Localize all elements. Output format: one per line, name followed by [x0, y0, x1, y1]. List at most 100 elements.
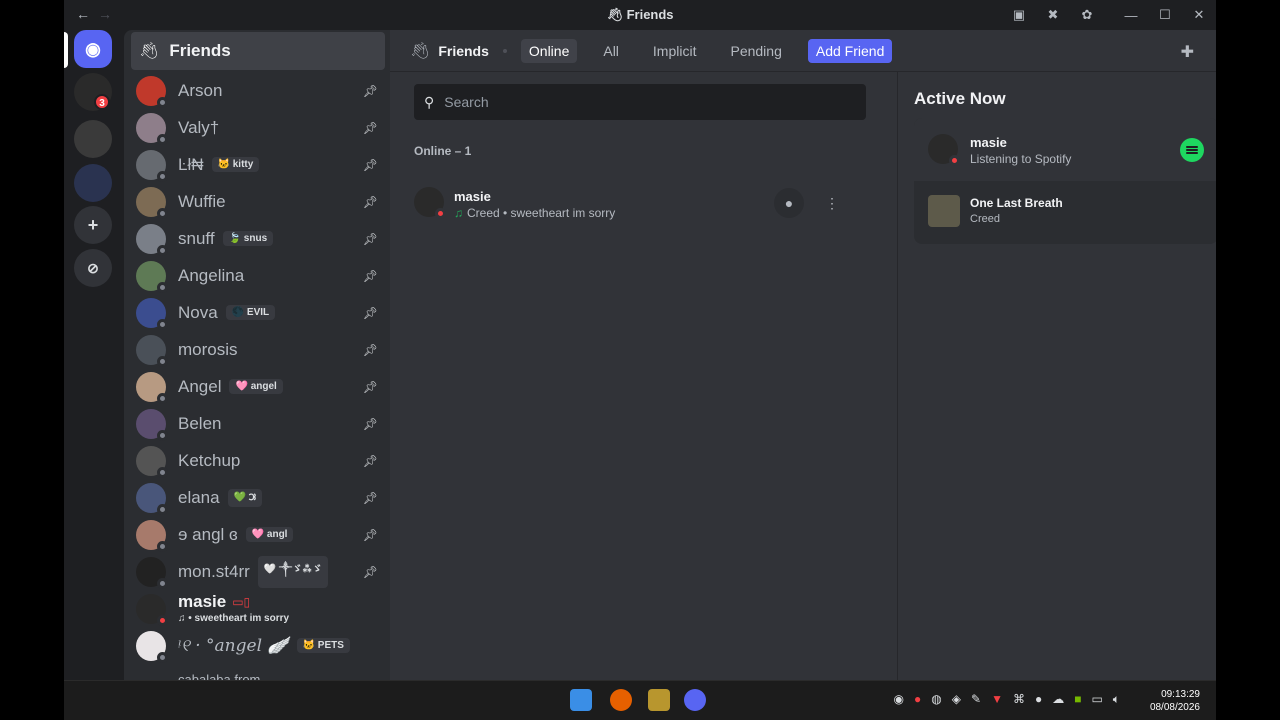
tab-pending[interactable]: Pending [722, 39, 789, 63]
pin-icon[interactable]: 📌︎ [363, 528, 378, 542]
status-dot [157, 614, 168, 626]
avatar [136, 334, 168, 367]
dm-row[interactable]: Nova 🌑 EVIL 📌︎ [124, 294, 390, 331]
dm-row[interactable]: mon.st4rr 🤍 ༒ゞ⁂ゞ 📌︎ [124, 553, 390, 590]
clock-date: 08/08/2026 [1149, 702, 1200, 713]
dm-name: elana [178, 487, 220, 507]
clan-tag: 🩷 angl [245, 527, 294, 542]
avatar [928, 134, 960, 166]
pin-icon[interactable]: 📌︎ [363, 380, 378, 394]
search-input[interactable]: ⚲ Search [414, 84, 866, 120]
toolbar-title: Friends [438, 42, 489, 59]
avatar [136, 297, 168, 330]
discord-window: ← → 👋︎ Friends ▣ ✖ ✿ — ☐ ✕ ◉ 3 + ⊘ 👋︎ Fr… [64, 0, 1216, 720]
volume-icon[interactable]: 🔈︎ [1113, 692, 1120, 707]
dm-name: Nova [178, 302, 218, 322]
dm-row[interactable]: snuff 🍃 snus 📌︎ [124, 220, 390, 257]
dm-row[interactable]: Ketchup 📌︎ [124, 442, 390, 479]
maximize-button[interactable]: ☐ [1148, 7, 1182, 23]
avatar [136, 260, 168, 293]
tab-online[interactable]: Online [520, 38, 578, 63]
pin-icon[interactable]: 📌︎ [363, 306, 378, 320]
controller-tray-icon[interactable]: ⌘ [1013, 692, 1025, 707]
pin-icon[interactable]: 📌︎ [363, 343, 378, 357]
pin-icon[interactable]: 📌︎ [363, 269, 378, 283]
tab-all[interactable]: All [595, 39, 627, 63]
riot-tray-icon[interactable]: ▼ [991, 692, 1003, 707]
dm-list: Arson 📌︎ Valy† 📌︎ Ŀł₦ 🐱 kitty 📌︎ Wuffie 📌︎ snuff 🍃… [124, 72, 390, 682]
record-tray-icon[interactable]: ● [914, 692, 921, 707]
close-button[interactable]: ✕ [1182, 7, 1216, 23]
vencord-icon[interactable]: ✿ [1070, 7, 1104, 23]
dm-name: masie [178, 591, 227, 611]
dm-row-active[interactable]: masie ▭▯ ♫ • sweetheart im sorry [124, 590, 390, 627]
activity-track[interactable]: One Last Breath Creed [914, 181, 1216, 244]
league-icon[interactable] [648, 689, 670, 711]
clock[interactable]: 09:13:29 08/08/2026 [1150, 688, 1200, 714]
nvidia-tray-icon[interactable]: ■ [1074, 692, 1081, 707]
new-group-dm-icon[interactable]: ✚ [1181, 42, 1194, 62]
avatar [136, 445, 168, 478]
pin-icon[interactable]: 📌︎ [363, 565, 378, 579]
dm-row[interactable]: Wuffie 📌︎ [124, 183, 390, 220]
song-title: One Last Breath [970, 196, 1063, 210]
status-dot [157, 651, 168, 663]
pin-icon[interactable]: 📌︎ [363, 454, 378, 468]
dm-name: Valy† [178, 117, 220, 137]
unread-badge: 3 [94, 94, 110, 110]
friends-nav-item[interactable]: 👋︎ Friends [131, 32, 385, 70]
activity-card[interactable]: masie Listening to Spotify One Last Brea… [914, 118, 1216, 244]
pin-icon[interactable]: 📌︎ [363, 195, 378, 209]
discord-taskbar-icon[interactable] [684, 689, 706, 711]
dm-row[interactable]: ᵎ୧ · °angel 🪽 🐱 PETS [124, 627, 390, 664]
server-icon-socialize[interactable] [74, 164, 112, 202]
more-options-button[interactable]: ⋮ [817, 188, 847, 218]
avatar [136, 593, 168, 626]
pin-icon[interactable]: 📌︎ [363, 121, 378, 135]
dm-row[interactable]: Valy† 📌︎ [124, 109, 390, 146]
add-server-button[interactable]: + [74, 206, 112, 244]
avatar [414, 187, 446, 219]
dm-row[interactable]: Belen 📌︎ [124, 405, 390, 442]
app-tray-icon[interactable]: ◈ [952, 692, 961, 707]
pin-icon[interactable]: 📌︎ [363, 84, 378, 98]
dm-name: Angel [178, 376, 222, 396]
dm-row[interactable]: Arson 📌︎ [124, 72, 390, 109]
dm-row[interactable]: Ŀł₦ 🐱 kitty 📌︎ [124, 146, 390, 183]
add-friend-button[interactable]: Add Friend [807, 38, 893, 63]
status-dot [157, 355, 168, 367]
server-icon-1[interactable] [74, 120, 112, 158]
chat-tray-icon[interactable]: ● [1035, 692, 1042, 707]
pin-icon[interactable]: 📌︎ [363, 158, 378, 172]
status-dot [157, 318, 168, 330]
tab-implicit[interactable]: Implicit [645, 39, 705, 63]
pin-icon[interactable]: 📌︎ [363, 491, 378, 505]
avatar [136, 482, 168, 515]
steam-tray-icon[interactable]: ◍ [931, 692, 941, 707]
dm-row[interactable]: morosis 📌︎ [124, 331, 390, 368]
plus-icon: + [87, 214, 99, 235]
clan-tag: 💚 ౫ [227, 488, 262, 507]
feather-tray-icon[interactable]: ✎ [971, 692, 981, 707]
dm-row[interactable]: Angelina 📌︎ [124, 257, 390, 294]
minimize-button[interactable]: — [1114, 8, 1148, 23]
pin-icon[interactable]: 📌︎ [363, 417, 378, 431]
tools-icon[interactable]: ✖ [1036, 7, 1070, 23]
firefox-icon[interactable] [610, 689, 632, 711]
discord-logo-icon: ◉ [85, 38, 101, 59]
start-icon[interactable] [570, 689, 592, 711]
message-button[interactable]: ● [774, 188, 804, 218]
clan-tag: 🐱 kitty [211, 157, 260, 172]
discord-tray-icon[interactable]: ◉ [894, 692, 904, 707]
inbox-icon[interactable]: ▣ [1002, 7, 1036, 23]
avatar [136, 630, 168, 663]
friend-row[interactable]: masie ♫ Creed • sweetheart im sorry ● ⋮ [414, 185, 866, 221]
network-icon[interactable]: ▭ [1091, 692, 1102, 707]
cloud-tray-icon[interactable]: ☁ [1052, 692, 1064, 707]
dm-row[interactable]: Angel 🩷 angel 📌︎ [124, 368, 390, 405]
home-button[interactable]: ◉ [74, 30, 112, 68]
dm-row[interactable]: ɘ angl ɞ 🩷 angl 📌︎ [124, 516, 390, 553]
discover-button[interactable]: ⊘ [74, 249, 112, 287]
pin-icon[interactable]: 📌︎ [363, 232, 378, 246]
dm-row[interactable]: elana 💚 ౫ 📌︎ [124, 479, 390, 516]
